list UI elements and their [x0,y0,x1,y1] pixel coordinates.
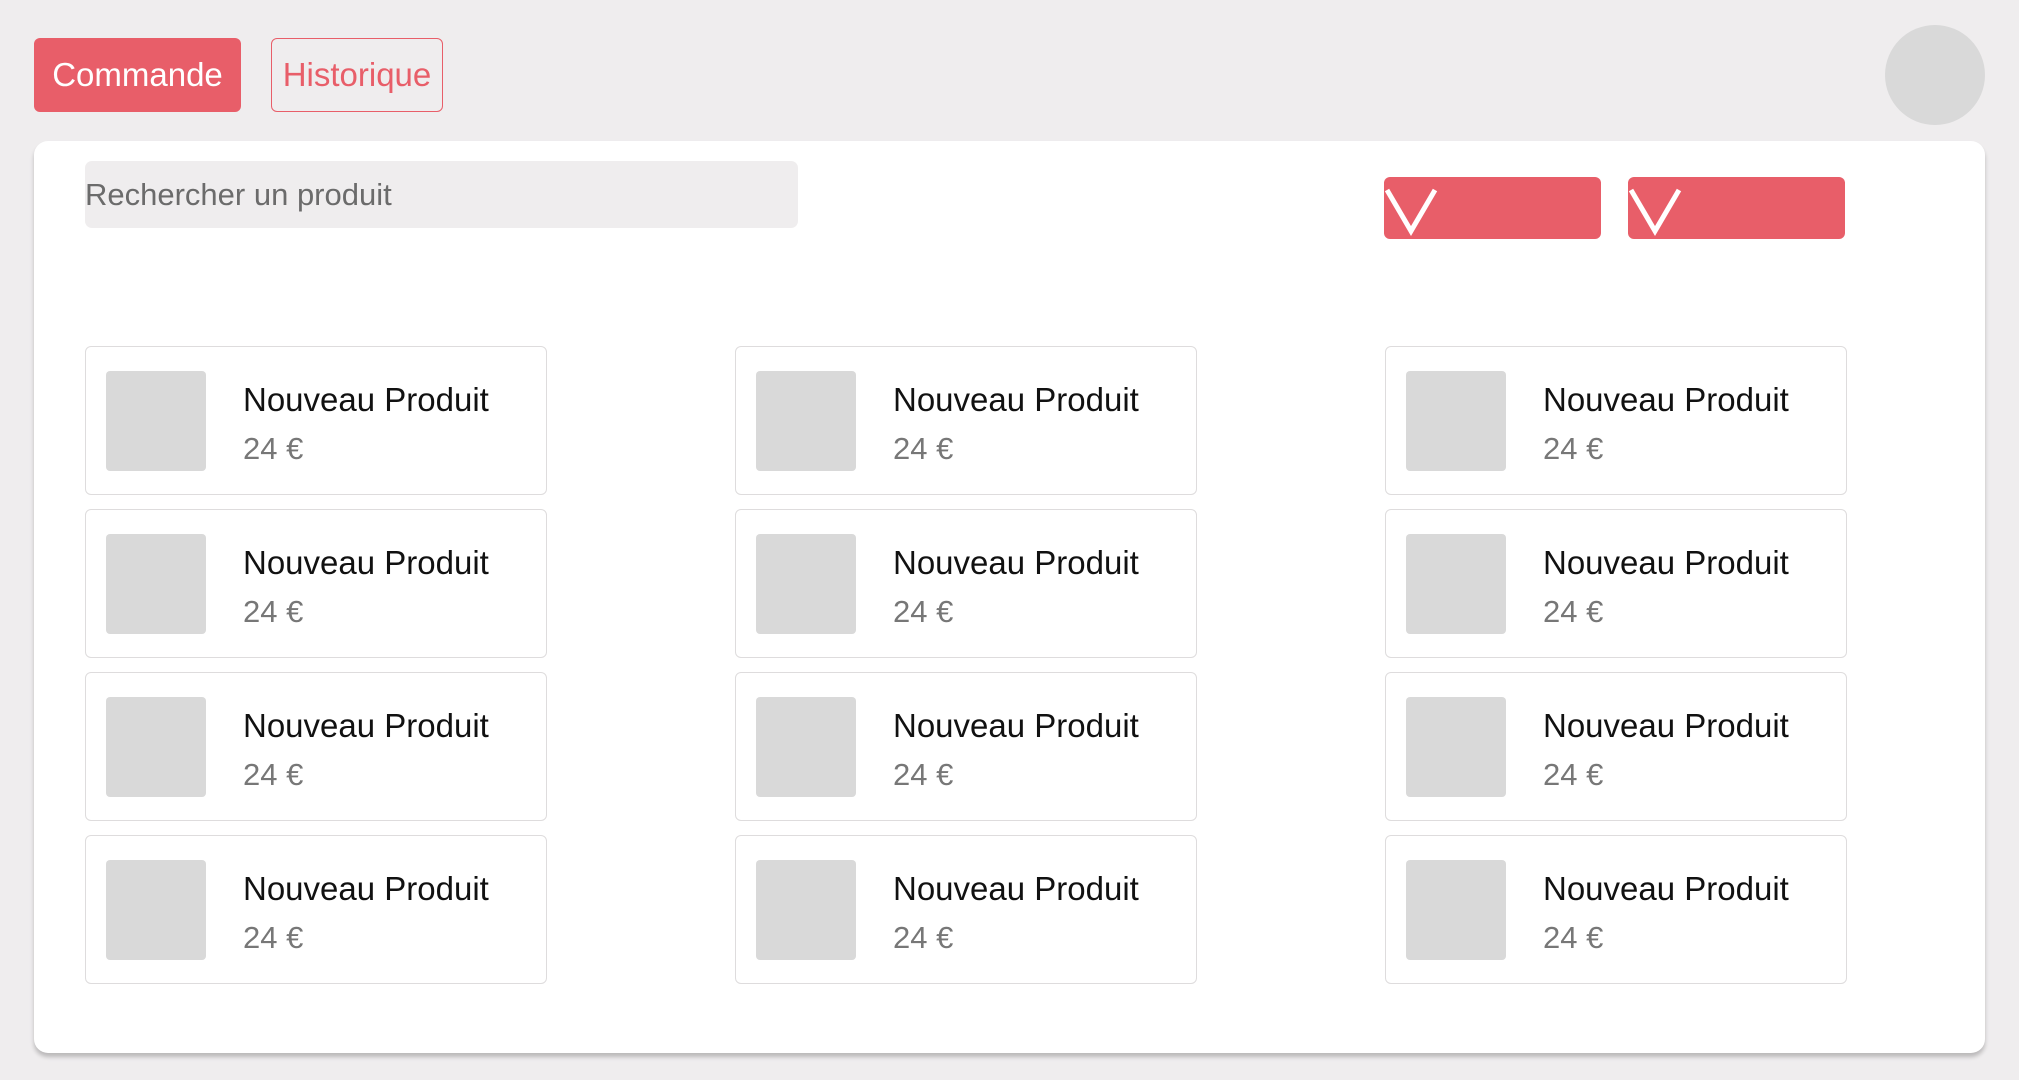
product-image [106,371,206,471]
product-name: Nouveau Produit [893,870,1139,907]
filter-dropdown-1[interactable] [1384,177,1601,239]
product-card[interactable]: Nouveau Produit 24 € [1385,835,1847,984]
product-price: 24 € [243,920,304,955]
search-input[interactable] [85,161,798,228]
product-name: Nouveau Produit [893,544,1139,581]
product-card[interactable]: Nouveau Produit 24 € [1385,346,1847,495]
product-name: Nouveau Produit [1543,381,1789,418]
tab-historique[interactable]: Historique [271,38,443,112]
product-image [1406,371,1506,471]
product-name: Nouveau Produit [243,707,489,744]
product-image [756,371,856,471]
product-card[interactable]: Nouveau Produit 24 € [85,672,547,821]
product-card[interactable]: Nouveau Produit 24 € [735,672,1197,821]
product-name: Nouveau Produit [243,870,489,907]
product-card[interactable]: Nouveau Produit 24 € [735,346,1197,495]
product-card[interactable]: Nouveau Produit 24 € [735,835,1197,984]
product-image [756,534,856,634]
product-image [756,860,856,960]
product-price: 24 € [243,431,304,466]
filter-dropdown-2[interactable] [1628,177,1845,239]
product-card[interactable]: Nouveau Produit 24 € [85,346,547,495]
product-name: Nouveau Produit [243,544,489,581]
tab-commande[interactable]: Commande [34,38,241,112]
product-image [756,697,856,797]
product-image [106,860,206,960]
product-price: 24 € [243,594,304,629]
product-price: 24 € [1543,757,1604,792]
product-image [1406,534,1506,634]
product-card[interactable]: Nouveau Produit 24 € [735,509,1197,658]
product-price: 24 € [1543,594,1604,629]
avatar[interactable] [1885,25,1985,125]
product-name: Nouveau Produit [243,381,489,418]
search-bar[interactable] [85,161,798,228]
product-image [106,697,206,797]
product-price: 24 € [893,920,954,955]
main-panel: Nouveau Produit24 €Nouveau Produit24 €No… [34,141,1985,1053]
product-image [1406,860,1506,960]
product-price: 24 € [1543,920,1604,955]
product-name: Nouveau Produit [1543,870,1789,907]
product-price: 24 € [893,594,954,629]
product-name: Nouveau Produit [893,381,1139,418]
product-price: 24 € [893,431,954,466]
product-name: Nouveau Produit [1543,544,1789,581]
product-name: Nouveau Produit [1543,707,1789,744]
product-name: Nouveau Produit [893,707,1139,744]
product-price: 24 € [1543,431,1604,466]
product-card[interactable]: Nouveau Produit 24 € [85,509,547,658]
product-price: 24 € [893,757,954,792]
product-card[interactable]: Nouveau Produit 24 € [85,835,547,984]
product-price: 24 € [243,757,304,792]
product-card[interactable]: Nouveau Produit 24 € [1385,672,1847,821]
product-image [1406,697,1506,797]
product-card[interactable]: Nouveau Produit 24 € [1385,509,1847,658]
product-image [106,534,206,634]
